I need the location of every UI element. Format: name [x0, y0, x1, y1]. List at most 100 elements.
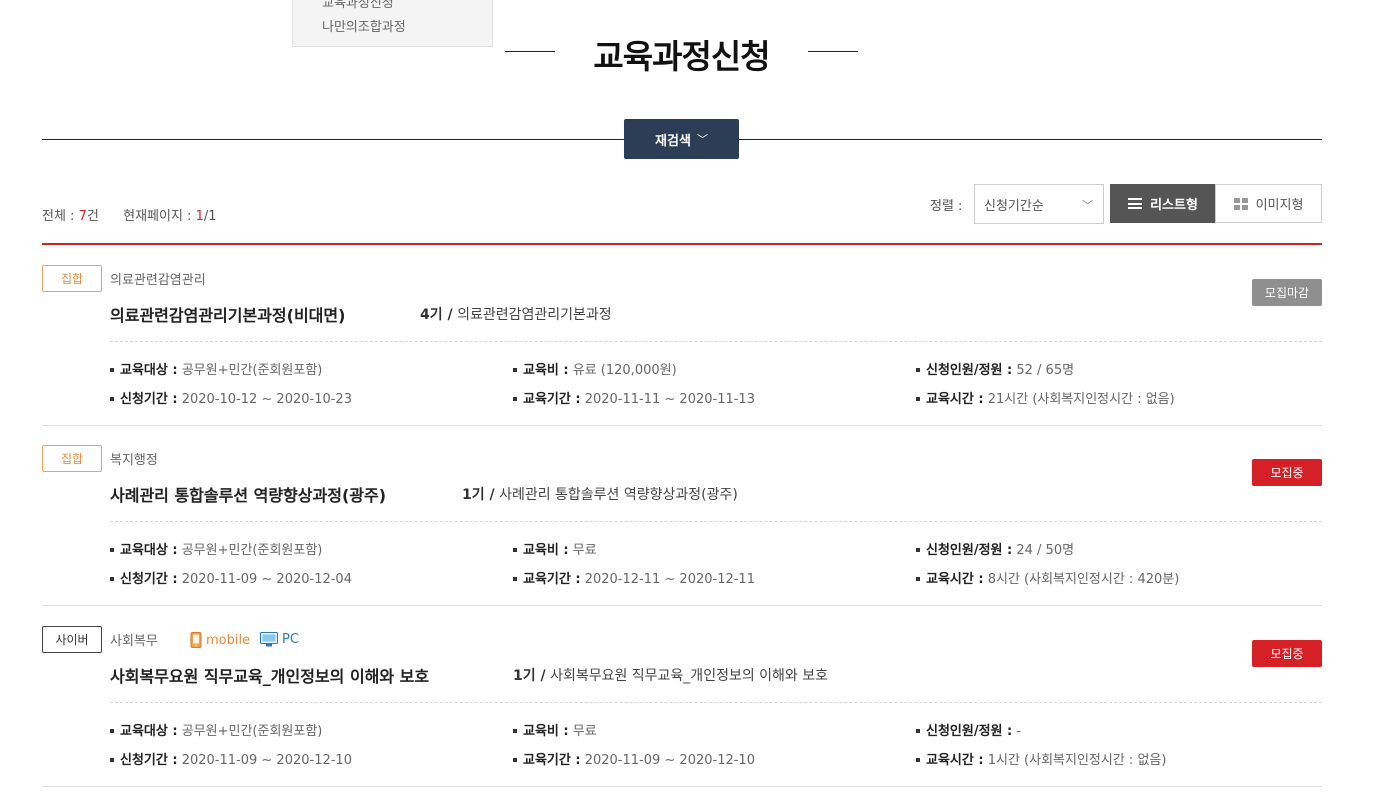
info-fee: 교육비 : 유료 (120,000원): [513, 359, 677, 378]
info-key: 교육비 :: [523, 724, 569, 739]
course-category: 사회복무: [110, 634, 158, 649]
course-item: 사이버 사회복무 mobile PC 사회복무요원 직무교육_개인정보의 이해와…: [42, 606, 1322, 787]
result-summary: 전체 : 7건 현재페이지 : 1/1: [42, 205, 217, 224]
info-key: 신청기간 :: [120, 753, 178, 768]
dashed-divider: [110, 341, 1322, 342]
info-key: 신청인원/정원 :: [926, 543, 1013, 558]
info-value: 2020-12-11 ~ 2020-12-11: [584, 572, 755, 587]
course-title-link[interactable]: 사례관리 통합솔루션 역량향상과정(광주): [110, 482, 386, 506]
info-target: 교육대상 : 공무원+민간(준회원포함): [110, 720, 322, 739]
image-view-label: 이미지형: [1255, 198, 1304, 213]
research-button[interactable]: 재검색 ﹀: [624, 119, 739, 159]
list-view-label: 리스트형: [1150, 198, 1198, 213]
round-number: 1기 /: [462, 487, 495, 503]
total-label: 전체 :: [42, 209, 79, 224]
info-quota: 신청인원/정원 : 24 / 50명: [916, 539, 1074, 558]
course-title-link[interactable]: 의료관련감염관리기본과정(비대면): [110, 302, 345, 326]
info-value: 2020-11-09 ~ 2020-12-04: [181, 572, 352, 587]
list-icon: [1128, 198, 1143, 209]
info-edu-period: 교육기간 : 2020-11-11 ~ 2020-11-13: [513, 388, 755, 407]
status-badge: 모집마감: [1252, 279, 1322, 306]
info-quota: 신청인원/정원 : 52 / 65명: [916, 359, 1074, 378]
info-target: 교육대상 : 공무원+민간(준회원포함): [110, 539, 322, 558]
info-key: 교육시간 :: [926, 572, 984, 587]
round-description: 의료관련감염관리기본과정: [457, 307, 612, 323]
info-value: 52 / 65명: [1016, 363, 1075, 378]
info-hours: 교육시간 : 1시간 (사회복지인정시간 : 없음): [916, 749, 1166, 768]
course-round: 1기 / 사례관리 통합솔루션 역량향상과정(광주): [462, 484, 738, 504]
research-label: 재검색: [655, 133, 691, 149]
info-key: 교육시간 :: [926, 753, 984, 768]
info-hours: 교육시간 : 21시간 (사회복지인정시간 : 없음): [916, 388, 1175, 407]
course-round: 1기 / 사회복무요원 직무교육_개인정보의 이해와 보호: [513, 665, 828, 685]
info-value: 유료 (120,000원): [572, 363, 677, 378]
total-pages: /1: [203, 209, 217, 224]
info-key: 교육기간 :: [523, 392, 581, 407]
info-value: 무료: [572, 724, 597, 739]
info-key: 신청기간 :: [120, 392, 178, 407]
round-number: 1기 /: [513, 668, 546, 684]
sort-label: 정렬 :: [930, 199, 963, 214]
course-category: 의료관련감염관리: [110, 273, 206, 288]
info-value: 2020-11-09 ~ 2020-12-10: [584, 753, 755, 768]
info-apply-period: 신청기간 : 2020-10-12 ~ 2020-10-23: [110, 388, 352, 407]
info-value: 2020-10-12 ~ 2020-10-23: [181, 392, 352, 407]
course-round: 4기 / 의료관련감염관리기본과정: [420, 304, 612, 324]
info-key: 교육기간 :: [523, 753, 581, 768]
type-badge: 사이버: [42, 626, 102, 653]
total-count: 7: [78, 209, 87, 224]
info-value: 공무원+민간(준회원포함): [181, 724, 323, 739]
info-key: 교육비 :: [523, 543, 569, 558]
round-description: 사회복무요원 직무교육_개인정보의 이해와 보호: [550, 668, 829, 684]
submenu-item-custom[interactable]: 나만의조합과정: [322, 16, 406, 35]
title-divider-right: [808, 51, 858, 52]
info-value: 24 / 50명: [1016, 543, 1075, 558]
info-edu-period: 교육기간 : 2020-11-09 ~ 2020-12-10: [513, 749, 755, 768]
info-apply-period: 신청기간 : 2020-11-09 ~ 2020-12-10: [110, 749, 352, 768]
grid-icon: [1233, 197, 1248, 210]
info-value: 8시간 (사회복지인정시간 : 420분): [987, 572, 1180, 587]
list-view-button[interactable]: 리스트형: [1110, 184, 1216, 223]
chevron-down-icon: ﹀: [696, 133, 708, 146]
mobile-badge: mobile: [190, 632, 250, 648]
pc-monitor-icon: [260, 632, 278, 647]
submenu-item-apply[interactable]: 교육과정신청: [322, 0, 394, 11]
info-key: 교육대상 :: [120, 543, 178, 558]
info-key: 신청인원/정원 :: [926, 724, 1013, 739]
type-badge: 집합: [42, 445, 102, 472]
pc-label: PC: [282, 632, 299, 647]
pc-badge: PC: [260, 632, 299, 647]
status-badge: 모집중: [1252, 640, 1322, 667]
info-value: 2020-11-11 ~ 2020-11-13: [584, 392, 755, 407]
type-badge: 집합: [42, 265, 102, 292]
info-key: 교육대상 :: [120, 363, 178, 378]
info-quota: 신청인원/정원 : -: [916, 720, 1021, 739]
mobile-icon: [190, 632, 202, 648]
course-category: 복지행정: [110, 453, 158, 468]
chevron-down-icon: ﹀: [1082, 199, 1093, 212]
info-key: 교육시간 :: [926, 392, 984, 407]
status-badge: 모집중: [1252, 459, 1322, 486]
info-key: 신청인원/정원 :: [926, 363, 1013, 378]
page-title-block: 교육과정신청: [505, 30, 858, 76]
course-title-link[interactable]: 사회복무요원 직무교육_개인정보의 이해와 보호: [110, 663, 429, 687]
info-value: -: [1016, 724, 1022, 739]
info-key: 교육비 :: [523, 363, 569, 378]
sort-select[interactable]: 신청기간순 ﹀: [974, 184, 1104, 224]
image-view-button[interactable]: 이미지형: [1215, 184, 1322, 223]
info-value: 1시간 (사회복지인정시간 : 없음): [987, 753, 1167, 768]
info-value: 무료: [572, 543, 597, 558]
round-description: 사례관리 통합솔루션 역량향상과정(광주): [499, 487, 738, 503]
sort-selected-value: 신청기간순: [984, 198, 1044, 214]
info-value: 공무원+민간(준회원포함): [181, 363, 323, 378]
submenu-dropdown: 교육과정신청 나만의조합과정: [292, 0, 493, 47]
dashed-divider: [110, 702, 1322, 703]
total-unit: 건: [86, 209, 99, 224]
round-number: 4기 /: [420, 307, 453, 323]
mobile-label: mobile: [206, 632, 251, 648]
page-label: 현재페이지 :: [123, 209, 196, 224]
dashed-divider: [110, 521, 1322, 522]
info-fee: 교육비 : 무료: [513, 539, 597, 558]
info-value: 21시간 (사회복지인정시간 : 없음): [987, 392, 1175, 407]
info-key: 신청기간 :: [120, 572, 178, 587]
